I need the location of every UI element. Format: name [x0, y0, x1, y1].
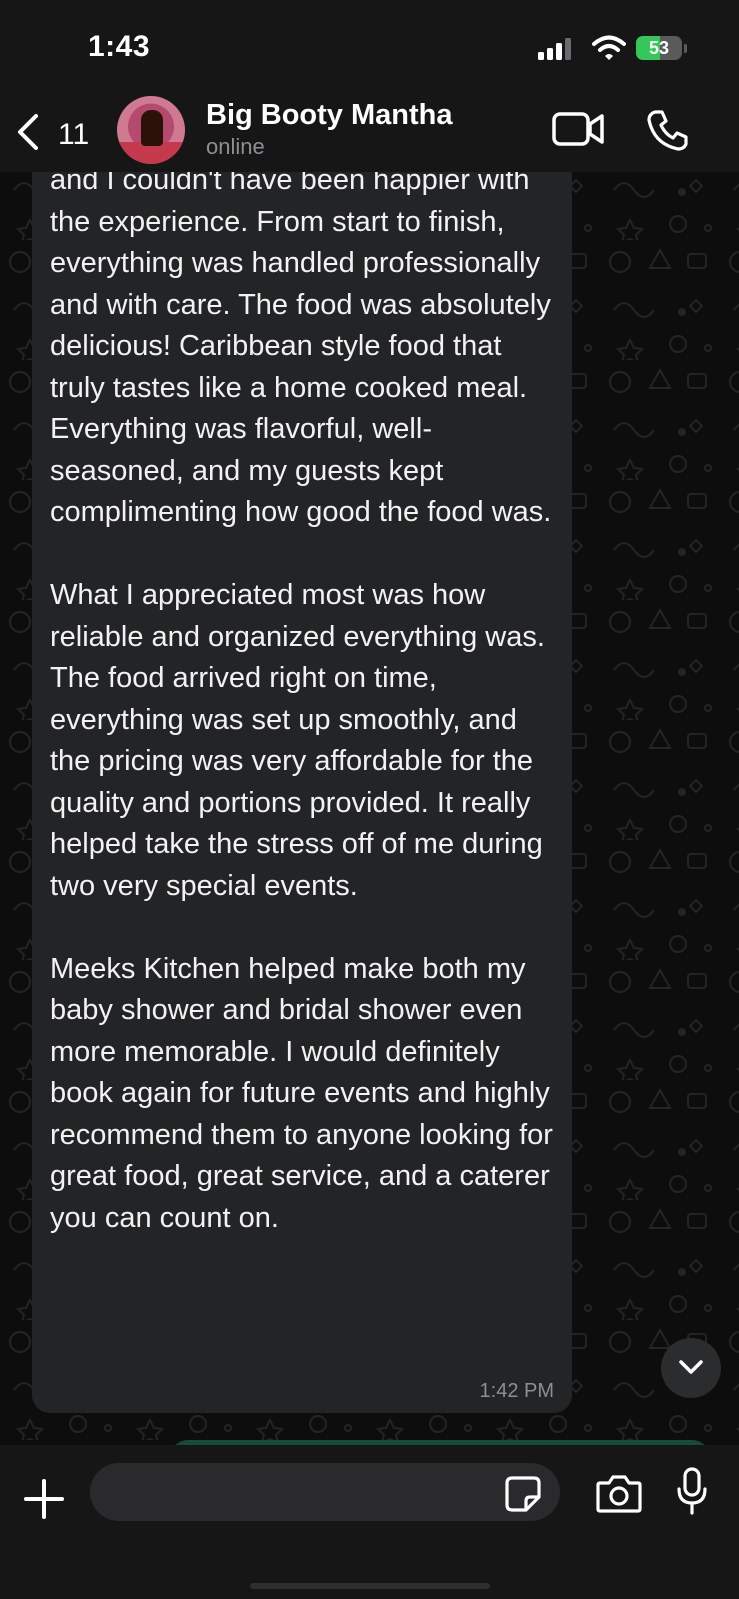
unread-count: 11 — [58, 118, 90, 151]
message-text: and I couldn't have been happier with th… — [50, 164, 553, 1234]
message-input-bar — [0, 1445, 739, 1599]
sticker-icon[interactable] — [504, 1475, 542, 1513]
back-button[interactable]: 11 — [14, 108, 94, 156]
battery-percent: 53 — [648, 38, 670, 58]
scroll-to-bottom-button[interactable] — [661, 1338, 721, 1398]
chat-header: 11 Big Booty Mantha online — [0, 92, 739, 172]
plus-icon[interactable] — [24, 1479, 64, 1519]
chevron-left-icon — [18, 114, 38, 150]
contact-avatar[interactable] — [117, 96, 185, 164]
phone-icon[interactable] — [646, 108, 690, 152]
status-time: 1:43 — [88, 30, 151, 63]
cellular-signal-icon — [538, 38, 571, 60]
home-indicator — [250, 1583, 490, 1589]
battery-icon: 53 — [636, 36, 688, 62]
message-timestamp: 1:42 PM — [479, 1380, 554, 1402]
message-input[interactable] — [90, 1463, 560, 1521]
camera-icon[interactable] — [596, 1473, 642, 1513]
microphone-icon[interactable] — [676, 1467, 708, 1515]
status-bar: 1:43 53 — [0, 0, 739, 92]
contact-status: online — [206, 134, 265, 159]
contact-name[interactable]: Big Booty Mantha — [206, 99, 453, 132]
incoming-message-bubble[interactable]: and I couldn't have been happier with th… — [32, 130, 572, 1413]
chevron-down-icon — [679, 1360, 703, 1374]
video-camera-icon[interactable] — [552, 110, 604, 148]
wifi-icon — [592, 35, 626, 60]
